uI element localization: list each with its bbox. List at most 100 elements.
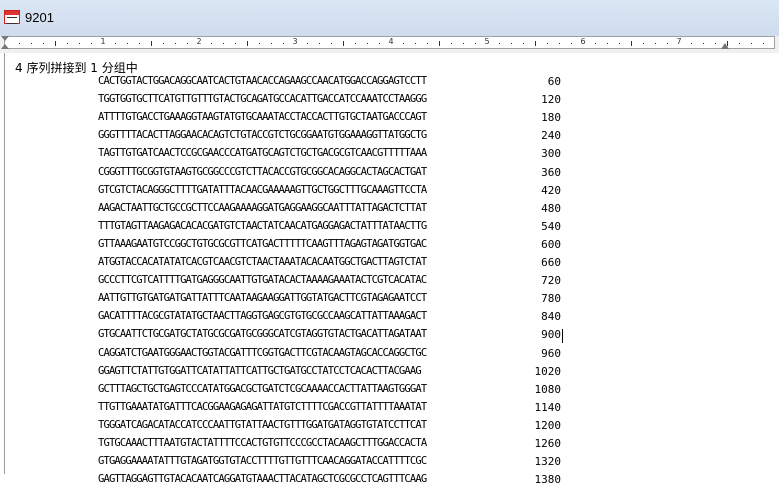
- sequence-position: 420: [541, 183, 561, 197]
- ruler-tick: [19, 43, 20, 44]
- sequence-line: TAGTTGTGATCAACTCCGCGAACCCATGATGCAGTCTGCT…: [98, 147, 427, 160]
- sequence-line: GACATTTTACGCGTATATGCTAACTTAGGTGAGCGTGTGC…: [98, 310, 427, 323]
- sequence-position: 660: [541, 256, 561, 269]
- ruler-strip: 1 2 3 4 5 6 7: [4, 36, 775, 49]
- sequence-position: 900: [541, 328, 561, 342]
- ruler-tick: [751, 43, 752, 44]
- sequence-position: 1080: [534, 382, 562, 396]
- document-area[interactable]: 4 序列拼接到 1 分组中 CACTGGTACTGGACAGGCAATCACTG…: [4, 53, 779, 486]
- ruler-tick: [595, 43, 596, 44]
- ruler-tick: [307, 43, 308, 44]
- sequence-line: ATGGTACCACATATATCACGTCAACGTCTAACTAAATACA…: [98, 256, 427, 268]
- ruler-half-tick: [55, 41, 56, 46]
- sequence-line: GGGTTTTACACTTAGGAACACAGTCTGTACCGTCTGCGGA…: [98, 129, 427, 142]
- sequence-line: TGTGCAAACTTTAATGTACTATTTTCCACTGTGTTCCCGC…: [98, 437, 427, 449]
- ruler-tick: [667, 43, 668, 44]
- ruler-tick: [451, 43, 452, 44]
- ruler-tick: [31, 43, 32, 44]
- sequence-line: GTCGTCTACAGGGCTTTTGATATTTACAACGAAAAAGTTG…: [98, 183, 427, 196]
- ruler-tick: [127, 43, 128, 44]
- sequence-position: 360: [541, 165, 561, 179]
- sequence-line: TTTGTAGTTAAGAGACACACGATGTCTAACTATCAACATG…: [98, 219, 427, 232]
- sequence-line: TTGTTGAAATATGATTTCACGGAAGAGAGATTATGTCTTT…: [98, 400, 427, 413]
- ruler-tick: [43, 43, 44, 44]
- sequence-line: GTTAAAGAATGTCCGGCTGTGCGCGTTCATGACTTTTTCA…: [98, 237, 427, 250]
- sequence-line: GCCCTTCGTCATTTTGATGAGGGCAATTGTGATACACTAA…: [98, 274, 427, 287]
- sequence-position: 720: [541, 274, 561, 288]
- ruler[interactable]: 1 2 3 4 5 6 7: [0, 36, 779, 53]
- sequence-line: CGGGTTTGCGGTGTAAGTGCGGCCCGTCTTACACCGTGCG…: [98, 165, 427, 178]
- sequence-line: TGGTGGTGCTTCATGTTGTTTGTACTGCAGATGCCACATT…: [98, 93, 427, 106]
- sequence-position: 60: [547, 75, 561, 88]
- ruler-tick: [223, 43, 224, 44]
- ruler-tick: [475, 43, 476, 44]
- sequence-line: GCTTTAGCTGCTGAGTCCCATATGGACGCTGATCTCGCAA…: [98, 382, 427, 395]
- ruler-number: 6: [580, 37, 586, 46]
- ruler-tick: [283, 43, 284, 44]
- first-line-indent-marker[interactable]: [1, 36, 9, 41]
- sequence-line: GGAGTTCTATTGTGGATTCATATTATTCATTGCTGATGCC…: [98, 364, 422, 377]
- sequence-position: 840: [541, 310, 561, 324]
- sequence-position: 1380: [534, 473, 562, 487]
- ruler-tick: [115, 43, 116, 44]
- sequence-line: CAGGATCTGAATGGGAACTGGTACGATTTCGGTGACTTCG…: [98, 346, 427, 359]
- ruler-number: 1: [100, 37, 106, 46]
- ruler-tick: [331, 43, 332, 44]
- ruler-tick: [187, 43, 188, 44]
- sequence-line: TGGGATCAGACATACCATCCCAATTGTATTAACTGTTTGG…: [98, 418, 427, 431]
- ruler-half-tick: [343, 41, 344, 46]
- ruler-half-tick: [535, 41, 536, 46]
- ruler-tick: [163, 43, 164, 44]
- ruler-tick: [463, 43, 464, 44]
- ruler-tick: [571, 43, 572, 44]
- sequence-line: GTGCAATTCTGCGATGCTATGCGCGATGCGGGCATCGTAG…: [98, 328, 427, 341]
- ruler-tick: [91, 43, 92, 44]
- sequence-line: GAGTTAGGAGTTGTACACAATCAGGATGTAAACTTACATA…: [98, 473, 427, 486]
- sequence-position: 600: [541, 237, 561, 251]
- ruler-tick: [379, 43, 380, 44]
- sequence-position: 960: [541, 346, 561, 360]
- ruler-tick: [367, 43, 368, 44]
- ruler-tick: [607, 43, 608, 44]
- ruler-tick: [655, 43, 656, 44]
- document-heading: 4 序列拼接到 1 分组中: [15, 61, 138, 75]
- ruler-tick: [691, 43, 692, 44]
- ruler-tick: [355, 43, 356, 44]
- sequence-position: 240: [541, 129, 561, 143]
- sequence-line: AAGACTAATTGCTGCCGCTTCCAAGAAAAGGATGAGGAAG…: [98, 201, 427, 214]
- sequence-line: AATTGTTGTGATGATGATTATTTCAATAAGAAGGATTGGT…: [98, 292, 427, 305]
- ruler-half-tick: [631, 41, 632, 46]
- ruler-tick: [511, 43, 512, 44]
- sequence-line: ATTTTGTGACCTGAAAGGTAAGTATGTGCAAATACCTACC…: [98, 111, 427, 124]
- left-indent-marker[interactable]: [1, 44, 9, 49]
- app-icon: [4, 10, 20, 24]
- ruler-half-tick: [247, 41, 248, 46]
- sequence-position: 1140: [534, 400, 562, 414]
- ruler-tick: [259, 43, 260, 44]
- ruler-tick: [175, 43, 176, 44]
- ruler-tick: [559, 43, 560, 44]
- ruler-half-tick: [151, 41, 152, 46]
- ruler-tick: [415, 43, 416, 44]
- sequence-window: 9201 1 2 3 4 5 6 7 4 序列拼接到 1 分组中 CACTGGTACTGGA…: [0, 0, 779, 486]
- ruler-half-tick: [439, 41, 440, 46]
- ruler-number: 4: [388, 37, 394, 46]
- sequence-position: 1200: [534, 418, 562, 432]
- sequence-position: 1260: [534, 437, 562, 450]
- sequence-position: 540: [541, 219, 561, 233]
- ruler-tick: [67, 43, 68, 44]
- ruler-number: 2: [196, 37, 202, 46]
- ruler-tick: [643, 43, 644, 44]
- sequence-line: CACTGGTACTGGACAGGCAATCACTGTAACACCAGAAGCC…: [98, 75, 427, 87]
- sequence-position: 780: [541, 292, 561, 306]
- title-bar[interactable]: 9201: [0, 0, 779, 37]
- ruler-tick: [403, 43, 404, 44]
- ruler-tick: [427, 43, 428, 44]
- ruler-tick: [739, 43, 740, 44]
- ruler-tick: [763, 43, 764, 44]
- ruler-tick: [79, 43, 80, 44]
- text-caret: [562, 329, 563, 343]
- right-indent-marker[interactable]: [721, 43, 729, 49]
- window-title: 9201: [25, 10, 54, 25]
- sequence-position: 120: [541, 93, 561, 107]
